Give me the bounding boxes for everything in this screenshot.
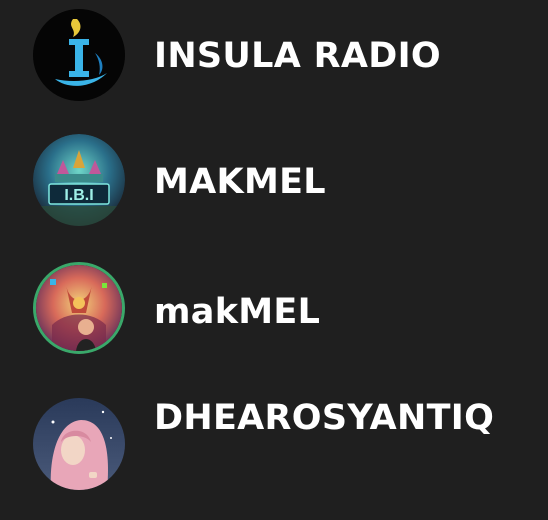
station-item-makmel-lower[interactable]: makMEL bbox=[0, 250, 548, 370]
station-name: MAKMEL bbox=[154, 162, 326, 202]
station-item-dhearosyantiq[interactable]: DHEAROSYANTIQ bbox=[0, 385, 548, 505]
insula-radio-logo-icon bbox=[33, 9, 125, 101]
station-name: makMEL bbox=[154, 292, 321, 332]
station-name: DHEAROSYANTIQ bbox=[154, 398, 495, 438]
svg-text:I.B.I: I.B.I bbox=[64, 187, 93, 204]
ibi-palace-logo-icon: I.B.I bbox=[33, 134, 125, 226]
station-item-insula-radio[interactable]: INSULA RADIO bbox=[0, 0, 548, 120]
station-item-makmel[interactable]: I.B.I MAKMEL bbox=[0, 122, 548, 242]
station-list: INSULA RADIO I.B.I MAKMEL makMEL DHEAROS… bbox=[0, 0, 548, 520]
hijab-portrait-icon bbox=[33, 398, 125, 490]
station-name: INSULA RADIO bbox=[154, 36, 441, 76]
colorful-portrait-icon bbox=[33, 262, 125, 354]
